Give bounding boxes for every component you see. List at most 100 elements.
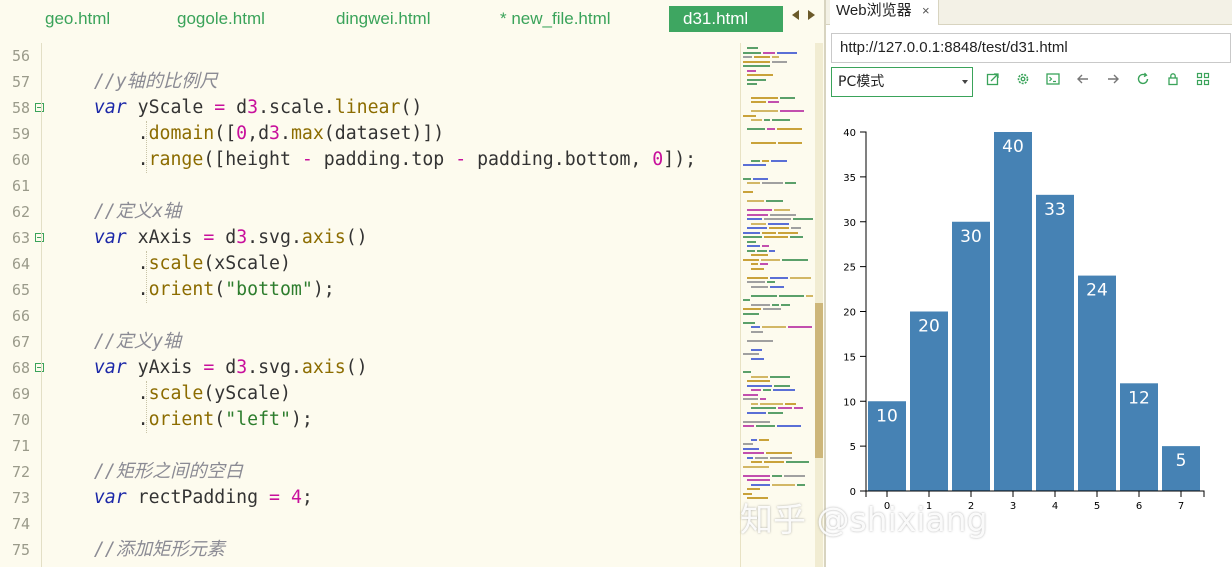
tab-d31-active[interactable]: d31.html [669,6,783,32]
bar-label: 30 [960,227,982,247]
code-line: //定义y轴 [93,331,182,352]
tab-geo[interactable]: geo.html [45,6,110,32]
y-tick-label: 30 [843,218,856,229]
code-line: .orient("bottom"); [50,279,335,300]
gutter-line: 72 [0,459,42,485]
line-number: 69 [11,385,30,403]
fold-toggle-icon[interactable] [35,233,44,242]
minimap-stroke [762,182,783,184]
gear-icon[interactable] [1015,72,1031,88]
bar-1 [910,311,948,491]
minimap-stroke [747,227,767,229]
code-line: .scale(yScale) [50,383,291,404]
url-input[interactable]: http://127.0.0.1:8848/test/d31.html [831,33,1231,63]
gutter-line: 71 [0,433,42,459]
close-icon[interactable]: × [922,0,930,22]
minimap-stroke [772,303,779,306]
code-line: //矩形之间的空白 [93,461,244,482]
tab-new-file[interactable]: * new_file.html [500,6,611,32]
gutter-line: 73 [0,485,42,511]
bar-4 [1036,194,1074,491]
gutter-line: 70 [0,407,42,433]
chevron-down-icon [962,80,968,84]
tab-dingwei[interactable]: dingwei.html [336,6,431,32]
forward-arrow-icon[interactable] [1105,72,1121,88]
minimap-stroke [772,119,790,121]
minimap-stroke [743,231,760,234]
line-number: 60 [11,151,30,169]
lock-icon[interactable] [1165,72,1181,88]
code-editor[interactable]: geo.html gogole.html dingwei.html * new_… [0,0,825,567]
minimap-stroke [743,371,751,373]
minimap-stroke [763,51,775,54]
y-tick-label: 20 [843,308,856,319]
y-tick-label: 15 [843,352,856,363]
gutter-line: 60 [0,147,42,173]
minimap-stroke [747,281,765,283]
mode-select[interactable]: PC模式 [831,67,973,97]
external-link-icon[interactable] [985,72,1001,88]
gutter-line: 64 [0,251,42,277]
minimap-stroke [778,407,792,409]
tab-scroll-left-icon[interactable] [792,10,799,20]
minimap-stroke [751,402,758,405]
console-icon[interactable] [1045,72,1061,88]
gutter-line: 61 [0,173,42,199]
minimap-stroke [760,398,766,400]
editor-scrollbar-thumb[interactable] [815,303,823,458]
reload-icon[interactable] [1135,72,1151,88]
minimap-stroke [767,128,775,130]
gutter-line: 59 [0,121,42,147]
minimap-stroke [771,159,787,162]
minimap-stroke [743,51,761,54]
bar-label: 5 [1176,451,1187,471]
grid-icon[interactable] [1195,72,1211,88]
y-tick-label: 10 [843,397,856,408]
web-browser-panel: Web浏览器 × http://127.0.0.1:8848/test/d31.… [826,0,1232,567]
line-number: 72 [11,463,30,481]
bar-label: 10 [876,406,898,426]
minimap-stroke [747,78,766,81]
gutter-line: 63 [0,225,44,251]
gutter-line: 67 [0,329,42,355]
fold-toggle-icon[interactable] [35,363,44,372]
line-number: 67 [11,333,30,351]
bar-label: 24 [1086,281,1108,301]
line-number: 70 [11,411,30,429]
minimap-stroke [751,119,762,121]
line-number: 74 [11,515,30,533]
minimap-stroke [762,231,776,234]
minimap-stroke [786,461,809,463]
minimap-stroke [747,456,753,459]
minimap-stroke [751,348,762,351]
minimap-stroke [772,474,782,477]
back-arrow-icon[interactable] [1075,72,1091,88]
tab-gogole[interactable]: gogole.html [177,6,265,32]
minimap-stroke [759,438,769,441]
gutter-line: 74 [0,511,42,537]
minimap-stroke [743,443,753,445]
fold-toggle-icon[interactable] [35,103,44,112]
minimap-stroke [751,483,770,486]
minimap-stroke [743,308,761,310]
minimap-stroke [747,249,755,252]
minimap-stroke [743,447,759,450]
browser-tab[interactable]: Web浏览器 × [830,0,939,25]
minimap-stroke [767,281,775,283]
minimap-stroke [743,452,764,454]
minimap-stroke [763,308,781,310]
indent-guide [146,381,147,433]
minimap[interactable] [740,43,818,567]
gutter-line: 58 [0,95,44,121]
tab-scroll-right-icon[interactable] [808,10,815,20]
minimap-stroke [760,263,768,265]
minimap-stroke [743,353,759,355]
x-tick-label: 6 [1136,501,1142,512]
minimap-stroke [780,96,795,99]
minimap-stroke [751,330,763,333]
minimap-stroke [791,227,801,229]
minimap-stroke [751,407,776,409]
minimap-stroke [747,411,766,414]
line-number: 68 [11,359,30,377]
minimap-stroke [747,488,760,490]
